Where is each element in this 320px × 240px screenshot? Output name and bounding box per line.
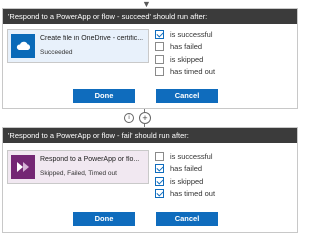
checkbox[interactable] [155, 189, 164, 199]
panel-header: 'Respond to a PowerApp or flow - succeed… [3, 9, 297, 24]
option-has-failed[interactable]: has failed [155, 163, 215, 176]
cancel-button[interactable]: Cancel [156, 89, 218, 103]
run-after-panel-fail: 'Respond to a PowerApp or flow - fail' s… [2, 127, 298, 233]
checkbox[interactable] [155, 151, 164, 161]
action-status: Skipped, Failed, Timed out [40, 170, 117, 177]
option-has-timed-out[interactable]: has timed out [155, 66, 215, 79]
option-label: has failed [170, 164, 203, 174]
info-icon[interactable]: i [124, 113, 134, 123]
option-label: has timed out [170, 189, 216, 199]
action-status: Succeeded [40, 49, 73, 56]
option-label: is skipped [170, 54, 204, 64]
run-after-options: is successful has failed is skipped has … [155, 150, 215, 200]
checkbox[interactable] [155, 176, 164, 186]
add-step-icon[interactable]: + [139, 112, 151, 124]
option-has-failed[interactable]: has failed [155, 41, 215, 54]
option-label: is skipped [170, 176, 204, 186]
option-label: has timed out [170, 67, 216, 77]
option-is-successful[interactable]: is successful [155, 150, 215, 163]
option-has-timed-out[interactable]: has timed out [155, 188, 215, 201]
done-button[interactable]: Done [73, 212, 135, 226]
cancel-button[interactable]: Cancel [156, 212, 218, 226]
powerapps-icon [11, 155, 35, 179]
action-title: Create file in OneDrive - certific... [40, 35, 144, 42]
done-button[interactable]: Done [73, 89, 135, 103]
checkbox[interactable] [155, 29, 164, 39]
checkbox[interactable] [155, 164, 164, 174]
option-label: has failed [170, 42, 203, 52]
option-is-skipped[interactable]: is skipped [155, 175, 215, 188]
option-is-successful[interactable]: is successful [155, 28, 215, 41]
option-is-skipped[interactable]: is skipped [155, 53, 215, 66]
option-label: is successful [170, 29, 213, 39]
action-card-respond[interactable]: Respond to a PowerApp or flo... Skipped,… [7, 150, 149, 184]
action-card-onedrive[interactable]: Create file in OneDrive - certific... Su… [7, 29, 149, 63]
checkbox[interactable] [155, 42, 164, 52]
onedrive-cloud-icon [11, 34, 35, 58]
action-title: Respond to a PowerApp or flo... [40, 156, 140, 163]
panel-header: 'Respond to a PowerApp or flow - fail' s… [3, 128, 297, 143]
checkbox[interactable] [155, 67, 164, 77]
checkbox[interactable] [155, 54, 164, 64]
run-after-options: is successful has failed is skipped has … [155, 28, 215, 78]
run-after-panel-succeed: 'Respond to a PowerApp or flow - succeed… [2, 8, 298, 109]
option-label: is successful [170, 151, 213, 161]
